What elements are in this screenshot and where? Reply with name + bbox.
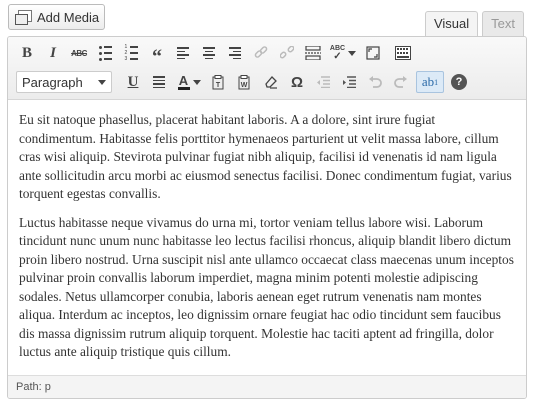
special-character-button[interactable]: Ω bbox=[286, 71, 308, 93]
justify-button[interactable] bbox=[148, 71, 170, 93]
content-paragraph-2: Luctus habitasse neque vivamus do urna m… bbox=[19, 214, 514, 360]
content-paragraph-1: Eu sit natoque phasellus, placerat habit… bbox=[19, 112, 512, 201]
editor-frame: B I ABC 1 2 3 “ ABC ✓ Paragraph U A T W … bbox=[7, 36, 527, 399]
undo-icon bbox=[369, 76, 382, 88]
underline-button[interactable]: U bbox=[122, 71, 144, 93]
spellcheck-button[interactable]: ABC ✓ bbox=[328, 42, 358, 64]
italic-button[interactable]: I bbox=[42, 42, 64, 64]
insert-link-button[interactable] bbox=[250, 42, 272, 64]
svg-text:W: W bbox=[241, 82, 248, 89]
align-left-button[interactable] bbox=[172, 42, 194, 64]
text-color-button[interactable]: A bbox=[174, 71, 204, 93]
align-left-icon bbox=[177, 47, 189, 59]
chevron-down-icon bbox=[98, 79, 106, 85]
undo-button[interactable] bbox=[364, 71, 386, 93]
spellcheck-dropdown-icon bbox=[348, 50, 357, 56]
justify-icon bbox=[153, 76, 165, 88]
bullet-list-icon bbox=[98, 45, 112, 61]
add-media-label: Add Media bbox=[37, 9, 100, 25]
paste-word-button[interactable]: W bbox=[234, 71, 256, 93]
format-select-value: Paragraph bbox=[22, 74, 83, 90]
align-center-button[interactable] bbox=[198, 42, 220, 64]
align-right-button[interactable] bbox=[224, 42, 246, 64]
unlink-button[interactable] bbox=[276, 42, 298, 64]
superscript-button[interactable]: ab 1 bbox=[416, 71, 444, 93]
toolbar-row-1: B I ABC 1 2 3 “ ABC ✓ bbox=[16, 40, 414, 68]
tab-text[interactable]: Text bbox=[482, 11, 524, 36]
element-path: Path: p bbox=[16, 381, 51, 393]
numbered-list-button[interactable]: 1 2 3 bbox=[120, 42, 142, 64]
tab-visual[interactable]: Visual bbox=[424, 11, 479, 37]
outdent-button[interactable] bbox=[312, 71, 334, 93]
link-icon bbox=[254, 46, 268, 58]
toolbar-toggle-button[interactable] bbox=[392, 42, 414, 64]
clear-formatting-button[interactable] bbox=[260, 71, 282, 93]
insert-more-button[interactable] bbox=[302, 42, 324, 64]
format-select[interactable]: Paragraph bbox=[16, 71, 112, 93]
editor-tabs: Visual Text bbox=[424, 11, 524, 37]
text-color-icon: A bbox=[177, 72, 190, 90]
svg-text:T: T bbox=[216, 82, 221, 89]
toolbar-row-2: Paragraph U A T W Ω ab 1 ? bbox=[16, 69, 470, 95]
eraser-icon bbox=[265, 76, 277, 89]
align-center-icon bbox=[203, 47, 215, 59]
strikethrough-button[interactable]: ABC bbox=[68, 42, 90, 64]
fullscreen-icon bbox=[366, 46, 380, 60]
spellcheck-icon: ABC ✓ bbox=[329, 45, 346, 62]
fullscreen-button[interactable] bbox=[362, 42, 384, 64]
bullet-list-button[interactable] bbox=[94, 42, 116, 64]
status-bar: Path: p bbox=[8, 375, 526, 398]
paste-word-icon: W bbox=[238, 74, 250, 89]
blockquote-button[interactable]: “ bbox=[146, 42, 168, 68]
superscript-label: ab bbox=[421, 74, 435, 89]
add-media-icon bbox=[15, 10, 32, 25]
read-more-icon bbox=[305, 46, 321, 60]
add-media-button[interactable]: Add Media bbox=[8, 4, 105, 30]
editor-toolbar: B I ABC 1 2 3 “ ABC ✓ Paragraph U A T W … bbox=[8, 37, 526, 100]
outdent-icon bbox=[317, 76, 330, 88]
redo-button[interactable] bbox=[390, 71, 412, 93]
text-color-dropdown-icon bbox=[192, 79, 201, 85]
paste-text-button[interactable]: T bbox=[208, 71, 230, 93]
redo-icon bbox=[394, 76, 407, 88]
bold-button[interactable]: B bbox=[16, 42, 38, 64]
paste-text-icon: T bbox=[212, 74, 224, 89]
kitchen-sink-icon bbox=[395, 46, 411, 60]
help-button[interactable]: ? bbox=[448, 71, 470, 93]
indent-icon bbox=[343, 76, 356, 88]
align-right-icon bbox=[229, 47, 241, 59]
unlink-icon bbox=[280, 46, 294, 59]
numbered-list-icon: 1 2 3 bbox=[125, 44, 138, 61]
help-icon: ? bbox=[451, 74, 467, 90]
editor-content[interactable]: Eu sit natoque phasellus, placerat habit… bbox=[8, 100, 526, 376]
indent-button[interactable] bbox=[338, 71, 360, 93]
superscript-number: 1 bbox=[434, 77, 439, 87]
